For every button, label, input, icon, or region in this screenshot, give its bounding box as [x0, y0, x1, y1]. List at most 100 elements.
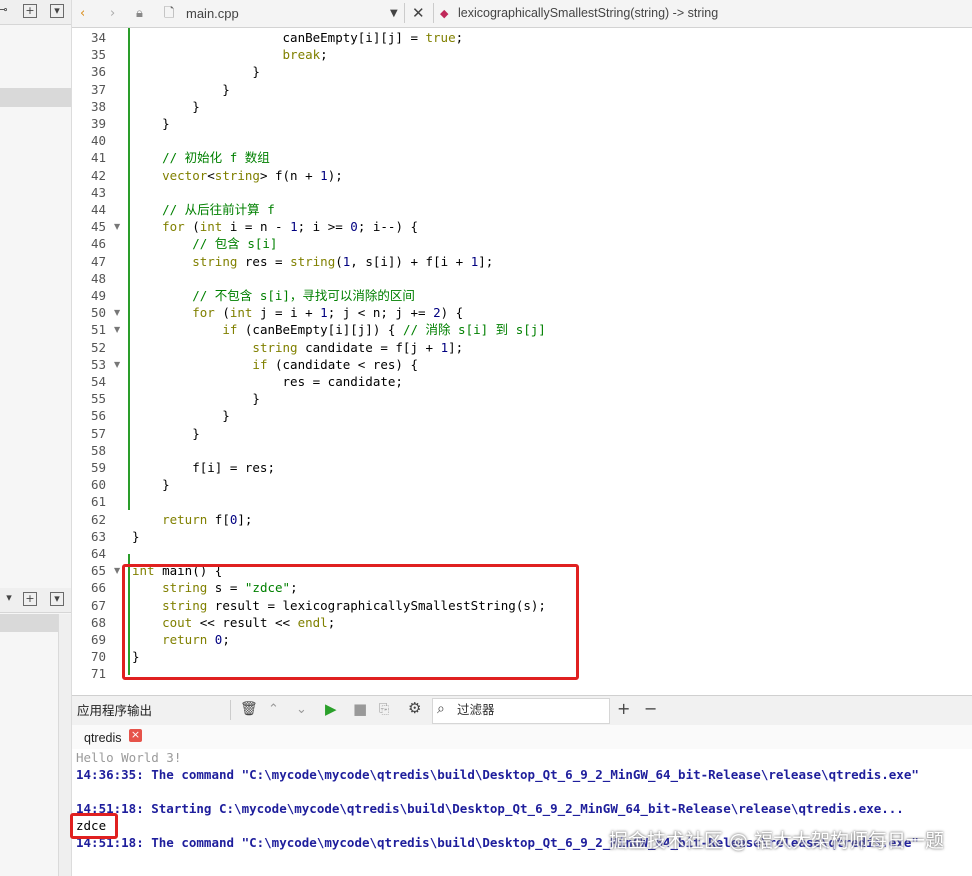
tab-close-icon[interactable]: × — [129, 729, 142, 742]
sidebar-toolbar-bottom: ▾ + ▾ — [0, 588, 71, 613]
code-line: f[i] = res; — [132, 460, 275, 475]
line-number: 46 — [90, 236, 106, 252]
trash-icon[interactable]: 🗑 — [240, 701, 258, 718]
line-number: 50 — [90, 305, 106, 321]
line-number: 34 — [90, 30, 106, 45]
output-panel-toolbar: 应用程序输出 🗑 ⌃ ⌄ ▶ ■ ⎘ ⚙ ⌕ 过滤器 + − — [72, 695, 972, 726]
line-number: 47 — [90, 253, 106, 269]
line-number: 36 — [90, 64, 106, 80]
line-number: 51 — [90, 322, 106, 338]
dropdown-icon[interactable]: ▼ — [390, 5, 398, 22]
line-number: 61 — [90, 494, 106, 510]
line-number: 43 — [90, 184, 106, 200]
forward-icon[interactable]: › — [110, 5, 115, 22]
code-line: if (candidate < res) { — [252, 356, 418, 372]
code-line: } — [132, 391, 260, 407]
line-number: 71 — [90, 666, 106, 682]
chevron-down-icon[interactable]: ▾ — [2, 592, 16, 606]
line-number: 67 — [90, 597, 106, 613]
back-icon[interactable]: ‹ — [80, 5, 85, 22]
line-number: 58 — [90, 442, 106, 458]
line-number: 55 — [90, 391, 106, 407]
line-number: 35 — [90, 47, 106, 63]
line-number: 39 — [90, 116, 106, 131]
code-line: for (int j = i + 1; j < n; j += 2) { — [192, 305, 464, 321]
code-line: // 包含 s[i] — [192, 236, 278, 252]
code-line: } — [132, 528, 140, 544]
watermark: 掘金技术社区 @ 福大大架构师每日一题 — [608, 830, 944, 852]
line-number: 60 — [90, 477, 106, 493]
output-line: 14:51:18: Starting C:\mycode\mycode\qtre… — [76, 801, 904, 816]
output-highlight — [70, 813, 118, 839]
line-number: 40 — [90, 133, 106, 149]
sidebar-selected-item[interactable] — [0, 88, 71, 107]
link-icon[interactable]: ⊸ — [0, 4, 10, 18]
line-number: 41 — [90, 150, 106, 166]
filter-input[interactable]: ⌕ 过滤器 — [432, 698, 610, 724]
tab-qtredis[interactable]: qtredis — [84, 730, 122, 747]
close-icon[interactable]: ✕ — [412, 5, 425, 22]
divider — [404, 3, 405, 23]
fold-icon[interactable]: ▼ — [114, 222, 120, 231]
line-number: 38 — [90, 98, 106, 114]
fold-icon[interactable]: ▼ — [114, 360, 120, 369]
minus-icon[interactable]: − — [644, 700, 657, 717]
output-panel-title: 应用程序输出 — [77, 704, 153, 718]
code-line: res = candidate; — [132, 374, 403, 389]
code-line: // 从后往前计算 f — [162, 202, 275, 217]
line-number: 48 — [90, 270, 106, 286]
file-name[interactable]: main.cpp — [186, 5, 239, 22]
fold-icon[interactable]: ▼ — [114, 308, 120, 317]
output-line: Hello World 3! — [76, 750, 182, 765]
line-number: 68 — [90, 614, 106, 630]
up-icon[interactable]: ⌃ — [268, 701, 279, 718]
code-line: } — [132, 408, 230, 424]
function-navigator[interactable]: lexicographicallySmallestString(string) … — [458, 5, 718, 22]
settings-icon[interactable]: ⚙ — [408, 700, 421, 717]
output-line: 14:36:35: The command "C:\mycode\mycode\… — [76, 767, 919, 782]
search-icon: ⌕ — [437, 701, 445, 717]
lock-icon: 🔒︎ — [136, 6, 143, 21]
code-line: } — [132, 81, 230, 97]
editor-toolbar: ‹ › 🔒︎ 🗋 main.cpp ▼ ✕ ◆ lexicographicall… — [72, 0, 972, 28]
line-number: 57 — [90, 425, 106, 441]
output-text[interactable]: Hello World 3! 14:36:35: The command "C:… — [72, 749, 972, 876]
line-number: 37 — [90, 81, 106, 97]
divider — [433, 3, 434, 23]
change-marker — [128, 28, 130, 510]
line-number: 45 — [90, 219, 106, 235]
code-line: } — [132, 477, 170, 493]
stop-icon[interactable]: ■ — [353, 701, 367, 718]
sidebar: ⊸ + ▾ ▾ + ▾ — [0, 0, 72, 876]
sidebar-toolbar-top: ⊸ + ▾ — [0, 0, 71, 25]
line-number-gutter: 34 35 36 37 38 39 40 41 42 43 44 45 ▼ 46 47 48 49 50 ▼ 51 ▼ 5… — [72, 28, 130, 692]
fold-icon[interactable]: ▼ — [114, 566, 120, 575]
code-line: } — [132, 425, 200, 441]
function-icon: ◆ — [440, 7, 449, 20]
down-icon[interactable]: ⌄ — [296, 701, 307, 718]
split-icon[interactable]: + — [23, 4, 37, 18]
code-line: return f[0]; — [162, 511, 253, 527]
line-number: 70 — [90, 649, 106, 665]
line-number: 52 — [90, 339, 106, 355]
line-number: 63 — [90, 528, 106, 544]
close-pane-icon[interactable]: ▾ — [50, 592, 64, 606]
line-number: 69 — [90, 632, 106, 647]
split-icon[interactable]: + — [23, 592, 37, 606]
divider — [230, 700, 231, 720]
line-number: 62 — [90, 511, 106, 527]
close-pane-icon[interactable]: ▾ — [50, 4, 64, 18]
line-number: 59 — [90, 460, 106, 475]
fold-icon[interactable]: ▼ — [114, 325, 120, 334]
code-line: break; — [282, 47, 328, 63]
line-number: 53 — [90, 356, 106, 372]
run-icon[interactable]: ▶ — [325, 701, 337, 718]
line-number: 56 — [90, 408, 106, 424]
code-line: vector<string> f(n + 1); — [162, 167, 343, 183]
code-line: if (canBeEmpty[i][j]) { // 消除 s[i] 到 s[j… — [222, 322, 546, 338]
sidebar-scrollbar[interactable] — [58, 614, 71, 876]
clear-icon[interactable]: ⎘ — [379, 701, 389, 718]
plus-icon[interactable]: + — [617, 700, 630, 717]
code-line: string candidate = f[j + 1]; — [252, 339, 464, 355]
code-line: // 不包含 s[i]，寻找可以消除的区间 — [192, 288, 415, 303]
